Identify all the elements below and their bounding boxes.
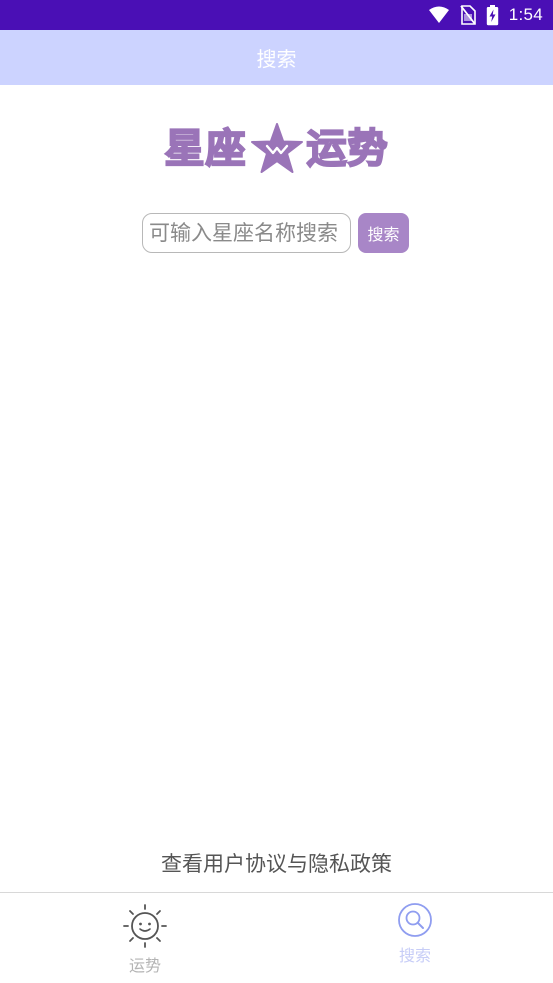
screen: 1:54 搜索 星座 运势 搜索 查看用户协议与隐私政策 bbox=[0, 0, 553, 983]
wifi-icon bbox=[428, 6, 450, 24]
nav-label-search: 搜索 bbox=[398, 946, 431, 965]
nav-item-fortune[interactable]: 运势 bbox=[75, 893, 215, 983]
no-sim-icon bbox=[459, 5, 476, 25]
search-icon bbox=[398, 903, 432, 937]
battery-charging-icon bbox=[486, 4, 499, 26]
app-logo: 星座 运势 bbox=[0, 118, 553, 180]
status-bar: 1:54 bbox=[0, 0, 553, 30]
user-agreement-privacy-link[interactable]: 查看用户协议与隐私政策 bbox=[0, 848, 553, 878]
nav-label-fortune: 运势 bbox=[128, 956, 161, 975]
star-icon bbox=[250, 123, 303, 173]
search-row: 搜索 bbox=[142, 212, 409, 254]
bottom-nav: 运势 搜索 bbox=[0, 892, 553, 983]
search-input[interactable] bbox=[142, 213, 351, 253]
logo-text-right: 运势 bbox=[306, 126, 389, 172]
logo-text-left: 星座 bbox=[164, 126, 247, 172]
status-icons: 1:54 bbox=[428, 0, 543, 30]
title-bar: 搜索 bbox=[0, 30, 553, 85]
status-time: 1:54 bbox=[508, 5, 543, 24]
search-button[interactable]: 搜索 bbox=[358, 213, 409, 253]
nav-item-search[interactable]: 搜索 bbox=[345, 893, 485, 983]
sun-face-icon bbox=[123, 904, 167, 948]
page-title: 搜索 bbox=[256, 47, 297, 71]
